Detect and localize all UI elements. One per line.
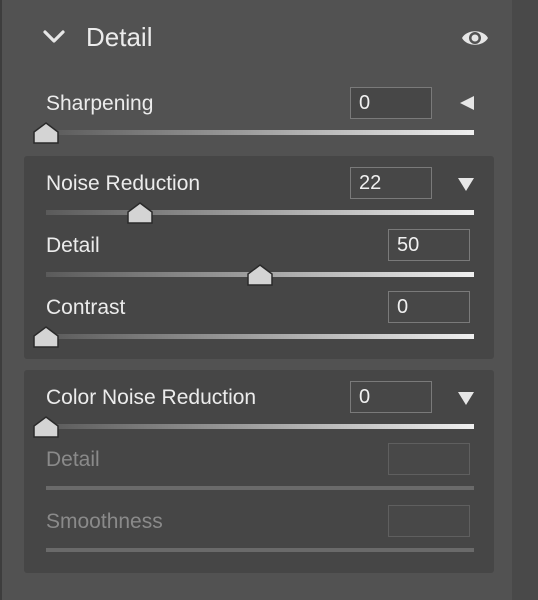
scroll-gutter <box>512 0 538 600</box>
sharpening-label: Sharpening <box>46 92 154 115</box>
noise-detail-slider-thumb[interactable] <box>247 264 273 286</box>
triangle-down-icon[interactable] <box>457 176 475 192</box>
triangle-left-icon[interactable] <box>458 95 476 111</box>
noise-reduction-slider-track[interactable] <box>46 210 474 215</box>
color-noise-reduction-label: Color Noise Reduction <box>46 386 257 409</box>
panel-header[interactable]: Detail <box>2 0 514 74</box>
sharpening-value-field[interactable]: 0 <box>350 87 432 119</box>
color-smoothness-slider-track <box>46 548 474 552</box>
noise-contrast-label: Contrast <box>46 296 126 319</box>
noise-detail-value-field[interactable]: 50 <box>388 229 470 261</box>
sharpening-slider-thumb[interactable] <box>33 122 59 144</box>
panel-title: Detail <box>86 22 153 52</box>
color-noise-reduction-slider-thumb[interactable] <box>33 416 59 438</box>
noise-contrast-value-field[interactable]: 0 <box>388 291 470 323</box>
color-detail-label: Detail <box>46 448 100 471</box>
noise-reduction-label: Noise Reduction <box>46 172 201 195</box>
noise-reduction-value-field[interactable]: 22 <box>350 167 432 199</box>
color-detail-value-field <box>388 443 470 475</box>
noise-reduction-slider-thumb[interactable] <box>127 202 153 224</box>
color-noise-reduction-value-field[interactable]: 0 <box>350 381 432 413</box>
color-detail-slider-track <box>46 486 474 490</box>
triangle-down-icon[interactable] <box>457 390 475 406</box>
noise-detail-label: Detail <box>46 234 100 257</box>
chevron-down-icon[interactable] <box>42 28 66 46</box>
noise-contrast-slider-thumb[interactable] <box>33 326 59 348</box>
color-smoothness-label: Smoothness <box>46 510 163 533</box>
detail-panel: Detail Sharpening 0 Noise Reduction 22 D… <box>0 0 512 600</box>
color-noise-reduction-slider-track[interactable] <box>46 424 474 429</box>
color-smoothness-value-field <box>388 505 470 537</box>
noise-contrast-slider-track[interactable] <box>46 334 474 339</box>
sharpening-slider-track[interactable] <box>46 130 474 135</box>
eye-icon[interactable] <box>460 26 490 50</box>
